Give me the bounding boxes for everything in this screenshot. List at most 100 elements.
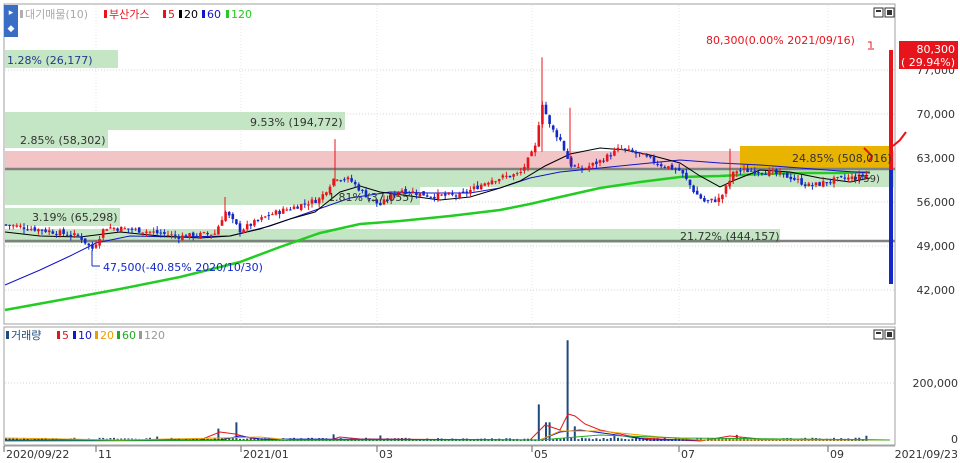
candle-body — [605, 154, 609, 162]
candle-body — [847, 177, 850, 180]
ma120-legend[interactable]: 120 — [231, 8, 252, 21]
candle-body — [814, 182, 818, 186]
candle-body — [688, 179, 692, 186]
vp-legend-swatch — [20, 10, 23, 18]
candle-body — [422, 191, 425, 196]
candle-body — [749, 170, 753, 172]
candle-body — [616, 147, 620, 151]
candle-body — [721, 194, 724, 200]
volume-tick-200000: 200,000 — [913, 377, 959, 390]
candle-body — [44, 229, 47, 232]
vol-ma60-legend[interactable]: 60 — [122, 329, 136, 342]
candle-body — [26, 229, 29, 231]
candle-body — [339, 180, 343, 182]
candle-body — [119, 226, 123, 232]
vp-label-8: (759) — [853, 174, 880, 185]
candle-body — [623, 148, 627, 150]
candle-body — [609, 155, 613, 157]
vol-ma20-legend[interactable]: 20 — [100, 329, 114, 342]
vp-label-5: 1.81% (37,055) — [328, 191, 414, 204]
candle-body — [271, 214, 274, 216]
volume-legend-label[interactable]: 거래량 — [11, 329, 41, 342]
candle-body — [760, 173, 764, 175]
candle-body — [598, 160, 602, 163]
candle-body — [627, 148, 631, 150]
ma60-legend[interactable]: 60 — [207, 8, 221, 21]
candle-body — [425, 195, 429, 197]
candle-body — [145, 231, 148, 233]
candle-body — [533, 145, 537, 153]
candle-body — [800, 178, 803, 185]
vp-label-6: 3.19% (65,298) — [32, 211, 118, 224]
volume-bar — [584, 438, 587, 441]
vol-ma5-legend[interactable]: 5 — [62, 329, 69, 342]
candle-body — [202, 232, 206, 234]
candle-body — [501, 175, 505, 178]
candle-body — [566, 151, 569, 159]
ma5-legend[interactable]: 5 — [168, 8, 175, 21]
candle-body — [710, 198, 713, 201]
candle-body — [249, 223, 253, 226]
candle-body — [699, 194, 703, 199]
volume-bar — [631, 438, 634, 441]
candle-body — [235, 219, 238, 225]
stock-legend-label[interactable]: 부산가스 — [109, 8, 149, 21]
vp-label-7: 21.72% (444,157) — [680, 230, 780, 243]
candle-body — [15, 225, 19, 227]
candle-body — [116, 228, 119, 231]
price-axis-labels: 77,000 70,000 63,000 56,000 49,000 42,00… — [917, 64, 956, 297]
vp-legend-label[interactable]: 대기매물(10) — [25, 8, 88, 21]
candle-body — [735, 171, 739, 174]
candle-body — [137, 227, 141, 233]
candle-body — [199, 232, 202, 238]
candle-body — [159, 232, 163, 234]
candle-body — [141, 232, 145, 234]
candle-body — [505, 175, 508, 177]
candle-body — [447, 193, 451, 195]
candle-body — [296, 206, 299, 209]
volume-bar — [620, 438, 623, 441]
volume-legend-swatch — [6, 331, 9, 339]
price-tick-42000: 42,000 — [917, 284, 956, 297]
volume-maximize-icon[interactable] — [873, 329, 884, 340]
candle-body — [497, 179, 501, 182]
candle-body — [217, 226, 220, 235]
candle-body — [80, 236, 83, 240]
vol-ma10-legend[interactable]: 10 — [78, 329, 92, 342]
candle-body — [811, 185, 814, 187]
candle-body — [73, 233, 76, 236]
candle-body — [739, 170, 742, 172]
candle-body — [602, 160, 605, 162]
volume-bar — [577, 439, 580, 441]
vol-ma120-legend[interactable]: 120 — [144, 329, 165, 342]
volume-bar — [613, 436, 616, 441]
candle-body — [58, 230, 62, 236]
candle-body — [677, 167, 681, 171]
candle-body — [87, 243, 91, 246]
candle-body — [184, 235, 188, 238]
candle-body — [667, 166, 670, 169]
candle-body — [832, 177, 836, 184]
candle-body — [771, 170, 775, 172]
candle-body — [555, 130, 559, 138]
ma20-legend[interactable]: 20 — [184, 8, 198, 21]
candle-body — [519, 171, 523, 173]
candle-body — [278, 210, 281, 215]
candle-body — [91, 244, 94, 249]
volume-bar — [217, 428, 220, 441]
candle-body — [303, 203, 307, 205]
candle-body — [260, 217, 263, 220]
candle-body — [803, 184, 807, 187]
volume-bar — [552, 439, 555, 441]
ma120-swatch — [226, 10, 229, 18]
candle-body — [40, 229, 44, 231]
candle-body — [778, 171, 782, 175]
price-tick-49000: 49,000 — [917, 240, 956, 253]
candle-body — [191, 232, 195, 238]
main-tab-icon: ◆ — [8, 24, 15, 34]
maximize-panel-icon[interactable] — [873, 7, 884, 18]
candle-body — [562, 141, 566, 151]
candle-body — [415, 192, 418, 195]
volume-bar — [617, 437, 619, 441]
candle-body — [479, 184, 483, 190]
